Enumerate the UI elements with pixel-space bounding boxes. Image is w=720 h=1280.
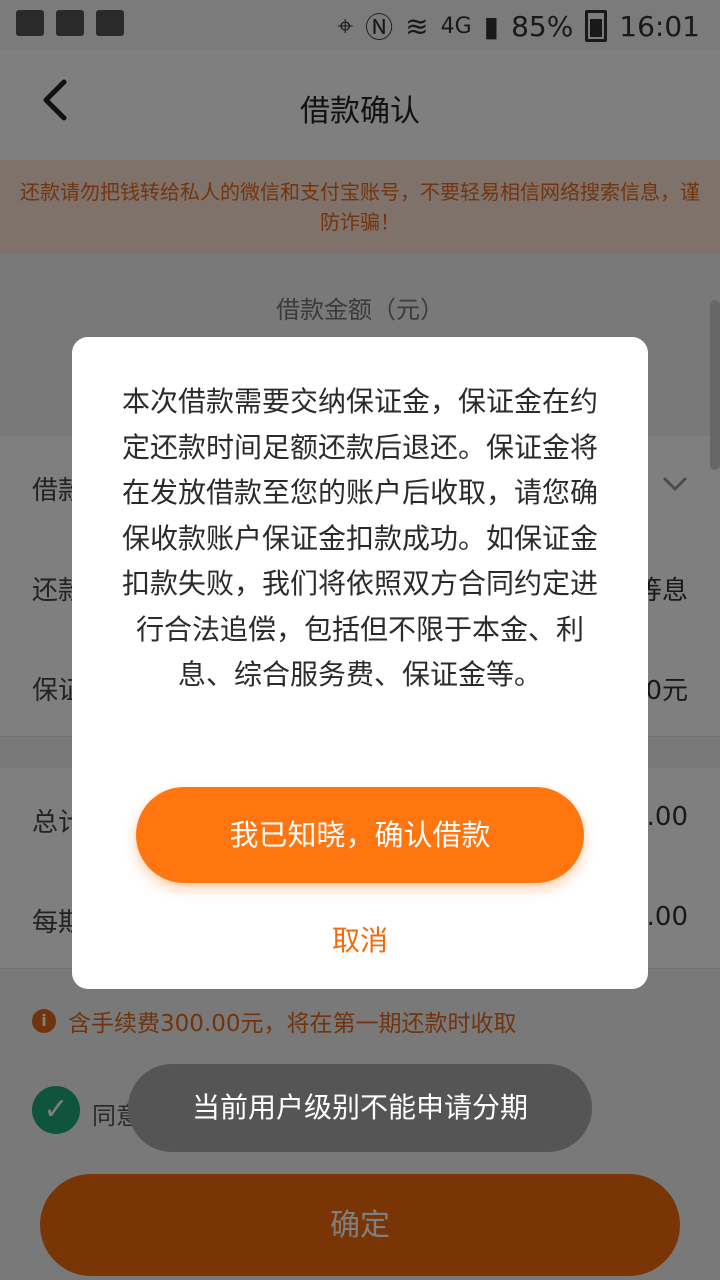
- cancel-button[interactable]: 取消: [72, 919, 648, 959]
- acknowledge-confirm-button[interactable]: 我已知晓，确认借款: [136, 787, 584, 883]
- dialog-message: 本次借款需要交纳保证金，保证金在约定还款时间足额还款后退还。保证金将在发放借款至…: [121, 385, 598, 691]
- deposit-dialog: 本次借款需要交纳保证金，保证金在约定还款时间足额还款后退还。保证金将在发放借款至…: [72, 337, 648, 989]
- toast-message: 当前用户级别不能申请分期: [128, 1064, 592, 1152]
